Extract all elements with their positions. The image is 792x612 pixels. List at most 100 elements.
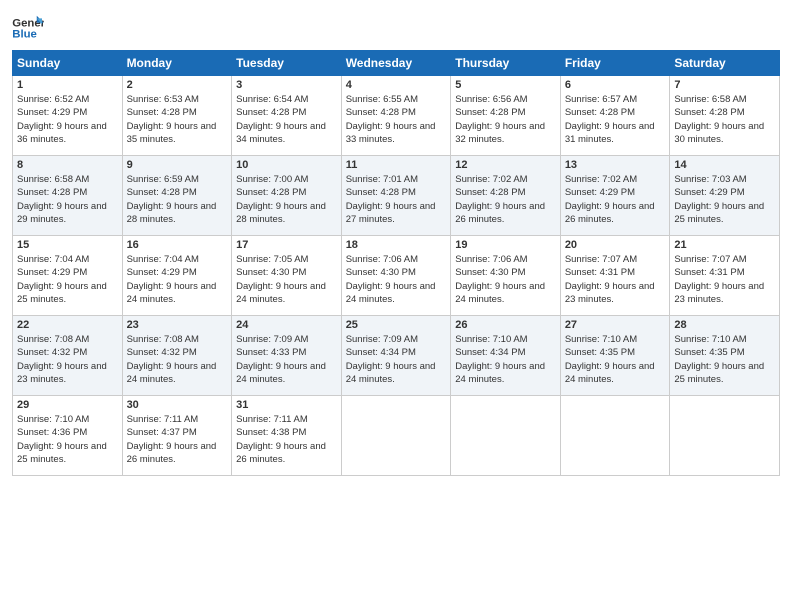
col-header-saturday: Saturday bbox=[670, 51, 780, 76]
sunrise-label: Sunrise: 7:05 AM bbox=[236, 254, 308, 265]
cell-content: Sunrise: 7:10 AM Sunset: 4:35 PM Dayligh… bbox=[565, 333, 666, 386]
day-number: 30 bbox=[127, 399, 228, 411]
daylight-label: Daylight: 9 hours and 24 minutes. bbox=[346, 361, 436, 385]
cell-content: Sunrise: 7:08 AM Sunset: 4:32 PM Dayligh… bbox=[17, 333, 118, 386]
day-number: 31 bbox=[236, 399, 337, 411]
day-cell: 31 Sunrise: 7:11 AM Sunset: 4:38 PM Dayl… bbox=[232, 396, 342, 476]
daylight-label: Daylight: 9 hours and 24 minutes. bbox=[236, 281, 326, 305]
daylight-label: Daylight: 9 hours and 23 minutes. bbox=[17, 361, 107, 385]
calendar-table: SundayMondayTuesdayWednesdayThursdayFrid… bbox=[12, 50, 780, 476]
cell-content: Sunrise: 7:09 AM Sunset: 4:33 PM Dayligh… bbox=[236, 333, 337, 386]
cell-content: Sunrise: 7:02 AM Sunset: 4:29 PM Dayligh… bbox=[565, 173, 666, 226]
day-cell: 27 Sunrise: 7:10 AM Sunset: 4:35 PM Dayl… bbox=[560, 316, 670, 396]
sunrise-label: Sunrise: 7:09 AM bbox=[346, 334, 418, 345]
cell-content: Sunrise: 7:03 AM Sunset: 4:29 PM Dayligh… bbox=[674, 173, 775, 226]
sunset-label: Sunset: 4:30 PM bbox=[236, 267, 306, 278]
day-cell: 16 Sunrise: 7:04 AM Sunset: 4:29 PM Dayl… bbox=[122, 236, 232, 316]
cell-content: Sunrise: 6:54 AM Sunset: 4:28 PM Dayligh… bbox=[236, 93, 337, 146]
sunrise-label: Sunrise: 7:11 AM bbox=[236, 414, 308, 425]
daylight-label: Daylight: 9 hours and 24 minutes. bbox=[127, 361, 217, 385]
daylight-label: Daylight: 9 hours and 24 minutes. bbox=[565, 361, 655, 385]
sunrise-label: Sunrise: 7:06 AM bbox=[455, 254, 527, 265]
day-number: 27 bbox=[565, 319, 666, 331]
day-cell: 14 Sunrise: 7:03 AM Sunset: 4:29 PM Dayl… bbox=[670, 156, 780, 236]
day-cell: 17 Sunrise: 7:05 AM Sunset: 4:30 PM Dayl… bbox=[232, 236, 342, 316]
week-row-5: 29 Sunrise: 7:10 AM Sunset: 4:36 PM Dayl… bbox=[13, 396, 780, 476]
sunset-label: Sunset: 4:38 PM bbox=[236, 427, 306, 438]
daylight-label: Daylight: 9 hours and 25 minutes. bbox=[674, 201, 764, 225]
day-cell: 8 Sunrise: 6:58 AM Sunset: 4:28 PM Dayli… bbox=[13, 156, 123, 236]
day-cell: 7 Sunrise: 6:58 AM Sunset: 4:28 PM Dayli… bbox=[670, 76, 780, 156]
day-number: 28 bbox=[674, 319, 775, 331]
daylight-label: Daylight: 9 hours and 26 minutes. bbox=[455, 201, 545, 225]
cell-content: Sunrise: 7:10 AM Sunset: 4:36 PM Dayligh… bbox=[17, 413, 118, 466]
day-number: 17 bbox=[236, 239, 337, 251]
col-header-wednesday: Wednesday bbox=[341, 51, 451, 76]
daylight-label: Daylight: 9 hours and 23 minutes. bbox=[674, 281, 764, 305]
daylight-label: Daylight: 9 hours and 33 minutes. bbox=[346, 121, 436, 145]
sunrise-label: Sunrise: 7:07 AM bbox=[674, 254, 746, 265]
sunrise-label: Sunrise: 7:09 AM bbox=[236, 334, 308, 345]
day-number: 9 bbox=[127, 159, 228, 171]
cell-content: Sunrise: 7:06 AM Sunset: 4:30 PM Dayligh… bbox=[346, 253, 447, 306]
day-number: 26 bbox=[455, 319, 556, 331]
daylight-label: Daylight: 9 hours and 24 minutes. bbox=[455, 361, 545, 385]
sunset-label: Sunset: 4:28 PM bbox=[236, 187, 306, 198]
sunset-label: Sunset: 4:28 PM bbox=[127, 187, 197, 198]
day-number: 4 bbox=[346, 79, 447, 91]
sunrise-label: Sunrise: 6:53 AM bbox=[127, 94, 199, 105]
day-number: 8 bbox=[17, 159, 118, 171]
sunset-label: Sunset: 4:29 PM bbox=[674, 187, 744, 198]
daylight-label: Daylight: 9 hours and 27 minutes. bbox=[346, 201, 436, 225]
day-number: 10 bbox=[236, 159, 337, 171]
sunrise-label: Sunrise: 7:10 AM bbox=[565, 334, 637, 345]
day-number: 14 bbox=[674, 159, 775, 171]
daylight-label: Daylight: 9 hours and 26 minutes. bbox=[236, 441, 326, 465]
day-number: 15 bbox=[17, 239, 118, 251]
day-cell: 28 Sunrise: 7:10 AM Sunset: 4:35 PM Dayl… bbox=[670, 316, 780, 396]
sunrise-label: Sunrise: 7:02 AM bbox=[565, 174, 637, 185]
day-number: 12 bbox=[455, 159, 556, 171]
daylight-label: Daylight: 9 hours and 31 minutes. bbox=[565, 121, 655, 145]
day-cell: 5 Sunrise: 6:56 AM Sunset: 4:28 PM Dayli… bbox=[451, 76, 561, 156]
daylight-label: Daylight: 9 hours and 26 minutes. bbox=[127, 441, 217, 465]
week-row-4: 22 Sunrise: 7:08 AM Sunset: 4:32 PM Dayl… bbox=[13, 316, 780, 396]
day-number: 11 bbox=[346, 159, 447, 171]
cell-content: Sunrise: 7:08 AM Sunset: 4:32 PM Dayligh… bbox=[127, 333, 228, 386]
day-cell: 22 Sunrise: 7:08 AM Sunset: 4:32 PM Dayl… bbox=[13, 316, 123, 396]
sunset-label: Sunset: 4:28 PM bbox=[565, 107, 635, 118]
sunrise-label: Sunrise: 7:03 AM bbox=[674, 174, 746, 185]
sunrise-label: Sunrise: 6:54 AM bbox=[236, 94, 308, 105]
day-cell: 23 Sunrise: 7:08 AM Sunset: 4:32 PM Dayl… bbox=[122, 316, 232, 396]
sunset-label: Sunset: 4:29 PM bbox=[565, 187, 635, 198]
day-cell: 20 Sunrise: 7:07 AM Sunset: 4:31 PM Dayl… bbox=[560, 236, 670, 316]
sunset-label: Sunset: 4:28 PM bbox=[236, 107, 306, 118]
sunrise-label: Sunrise: 7:01 AM bbox=[346, 174, 418, 185]
sunrise-label: Sunrise: 6:58 AM bbox=[674, 94, 746, 105]
day-cell: 4 Sunrise: 6:55 AM Sunset: 4:28 PM Dayli… bbox=[341, 76, 451, 156]
cell-content: Sunrise: 7:05 AM Sunset: 4:30 PM Dayligh… bbox=[236, 253, 337, 306]
sunrise-label: Sunrise: 6:52 AM bbox=[17, 94, 89, 105]
day-cell: 18 Sunrise: 7:06 AM Sunset: 4:30 PM Dayl… bbox=[341, 236, 451, 316]
logo: General Blue bbox=[12, 14, 46, 42]
col-header-tuesday: Tuesday bbox=[232, 51, 342, 76]
week-row-3: 15 Sunrise: 7:04 AM Sunset: 4:29 PM Dayl… bbox=[13, 236, 780, 316]
daylight-label: Daylight: 9 hours and 36 minutes. bbox=[17, 121, 107, 145]
col-header-sunday: Sunday bbox=[13, 51, 123, 76]
day-cell: 9 Sunrise: 6:59 AM Sunset: 4:28 PM Dayli… bbox=[122, 156, 232, 236]
cell-content: Sunrise: 7:07 AM Sunset: 4:31 PM Dayligh… bbox=[674, 253, 775, 306]
sunrise-label: Sunrise: 7:10 AM bbox=[455, 334, 527, 345]
cell-content: Sunrise: 6:53 AM Sunset: 4:28 PM Dayligh… bbox=[127, 93, 228, 146]
day-cell: 6 Sunrise: 6:57 AM Sunset: 4:28 PM Dayli… bbox=[560, 76, 670, 156]
day-number: 6 bbox=[565, 79, 666, 91]
sunset-label: Sunset: 4:35 PM bbox=[565, 347, 635, 358]
daylight-label: Daylight: 9 hours and 25 minutes. bbox=[674, 361, 764, 385]
day-number: 21 bbox=[674, 239, 775, 251]
sunset-label: Sunset: 4:36 PM bbox=[17, 427, 87, 438]
day-cell: 24 Sunrise: 7:09 AM Sunset: 4:33 PM Dayl… bbox=[232, 316, 342, 396]
sunrise-label: Sunrise: 7:10 AM bbox=[17, 414, 89, 425]
sunset-label: Sunset: 4:31 PM bbox=[674, 267, 744, 278]
sunrise-label: Sunrise: 7:04 AM bbox=[127, 254, 199, 265]
day-cell: 10 Sunrise: 7:00 AM Sunset: 4:28 PM Dayl… bbox=[232, 156, 342, 236]
col-header-thursday: Thursday bbox=[451, 51, 561, 76]
